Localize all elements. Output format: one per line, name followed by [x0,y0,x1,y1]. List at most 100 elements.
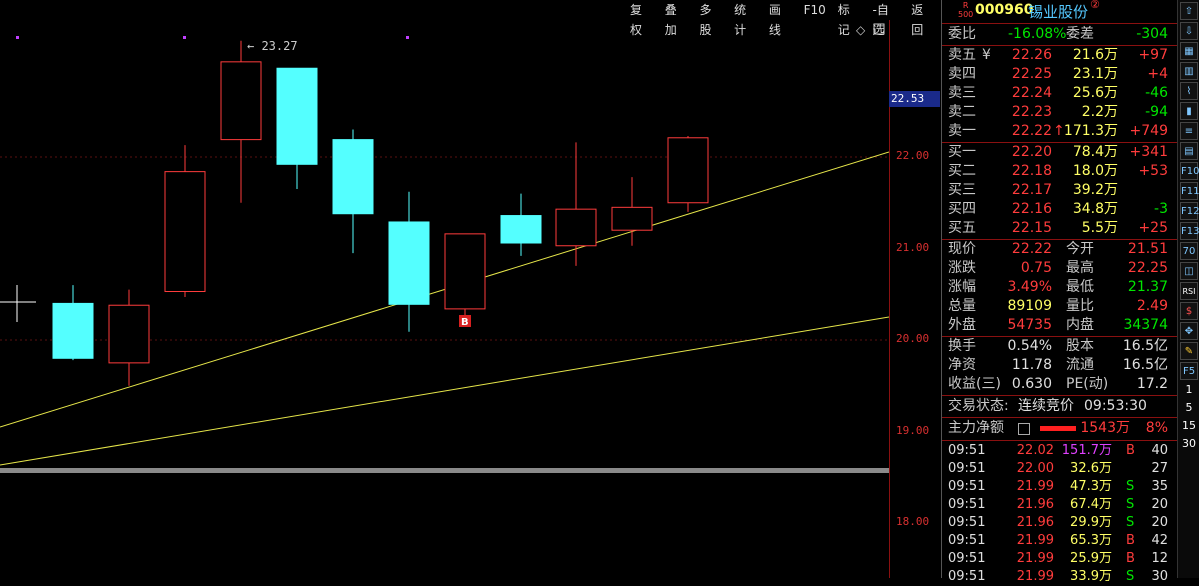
toolbar-button-3[interactable]: 统计 [728,0,763,37]
trade-t: 09:51 [948,533,986,548]
trade-s: B [1126,533,1135,548]
axis-tick: 22.00 [896,149,930,162]
trade-status-row: 交易状态: 连续竞价 09:53:30 [942,397,1178,416]
cell: 8% [1145,420,1168,436]
cell: 54735 [1007,317,1052,333]
trade-p: 21.96 [1016,497,1054,512]
buy-marker: B [461,317,469,328]
cell: 主力净额 [948,420,1004,436]
cell: +341 [1129,144,1168,160]
tick-trade-row: 09:51 22.02 151.7万 B 40 [942,442,1178,460]
cell: 换手 [948,338,976,354]
trade-p: 21.99 [1016,551,1054,566]
stat-row-2: 涨幅 3.49% 最低 21.37 [942,278,1178,297]
trade-v: 151.7万 [1061,443,1112,458]
cell: 卖四 [948,66,976,82]
down-arrow-icon[interactable]: ⇩ [1180,22,1198,40]
trade-p: 21.99 [1016,479,1054,494]
cell: +53 [1138,163,1168,179]
toolbar-button-6[interactable]: 标记 [832,0,867,37]
trade-v: 29.9万 [1070,515,1112,530]
dollar-icon[interactable]: $ [1180,302,1198,320]
grid-icon[interactable]: ▦ [1180,42,1198,60]
cell: 22.22 [1011,241,1052,257]
cell: 收益(三) [948,376,1001,392]
f10-icon[interactable]: F10 [1180,162,1199,180]
period-15[interactable]: 15 [1178,417,1199,435]
stock-code: 000960 [975,2,1034,18]
up-arrow-icon[interactable]: ⇧ [1180,2,1198,20]
f5-button[interactable]: F5 [1180,362,1198,380]
cell: 今开 [1066,241,1094,257]
bar-icon[interactable]: ▥ [1180,62,1198,80]
trade-s: S [1126,515,1135,530]
toolbar-button-5[interactable]: F10 [798,0,832,20]
kline-chart[interactable]: ◇ ← 23.27 B 22.00 21.00 20.00 19.00 18.00 22.5… [0,0,940,578]
divider [942,395,1178,396]
list-icon[interactable]: ≡ [1180,122,1198,140]
trade-t: 09:51 [948,569,986,584]
trade-n: 12 [1151,551,1168,566]
marker-dot [16,36,19,39]
cell: 17.2 [1136,376,1168,392]
pen-icon[interactable]: ✎ [1180,342,1198,360]
tick-trade-row: 09:51 21.99 65.3万 B 42 [942,532,1178,550]
f12-icon[interactable]: F12 [1180,202,1199,220]
toolbar-button-8[interactable]: 返回 [905,0,940,37]
f13-icon[interactable]: F13 [1180,222,1199,240]
toolbar-button-7[interactable]: -自选 [866,0,905,37]
buy-level-1: 买一 22.20 78.4万 +341 [942,143,1178,162]
cell: 总量 [948,298,976,314]
cell: 89109 [1007,298,1052,314]
trade-p: 22.00 [1016,461,1054,476]
toolbar-button-1[interactable]: 叠加 [659,0,694,37]
candle-body [611,206,653,231]
list-icon[interactable] [1018,423,1030,435]
cell: +25 [1138,220,1168,236]
f11-icon[interactable]: F11 [1180,182,1199,200]
period-1[interactable]: 1 [1178,381,1199,399]
trade-n: 42 [1151,533,1168,548]
main-flow-row: 主力净额 1543万 8% [942,419,1178,438]
cell: 净资 [948,357,976,373]
period-5[interactable]: 5 [1178,399,1199,417]
candle-body [332,139,374,215]
cell: 21.37 [1127,279,1168,295]
tick-trade-row: 09:51 21.99 25.9万 B 12 [942,550,1178,568]
candle-icon[interactable]: ▮ [1180,102,1198,120]
move-icon[interactable]: ✥ [1180,322,1198,340]
cell: 流通 [1066,357,1094,373]
stock-mark: ② [1090,0,1100,11]
table-icon[interactable]: ▤ [1180,142,1198,160]
trade-v: 32.6万 [1070,461,1112,476]
f14-icon[interactable]: 70 [1180,242,1198,260]
toolbar-button-4[interactable]: 画线 [763,0,798,37]
kline-canvas[interactable]: ◇ ← 23.27 B [0,0,889,578]
buy-level-2: 买二 22.18 18.0万 +53 [942,162,1178,181]
chart-icon[interactable]: ◫ [1180,262,1198,280]
cell: 买四 [948,201,976,217]
cell: 22.20 [1011,144,1052,160]
rsi-icon[interactable]: RSI [1180,282,1198,300]
cell: 16.5亿 [1122,338,1168,354]
sell-level-1: 卖五 22.26 21.6万 +97 ¥ [942,46,1178,65]
cell: 卖二 [948,104,976,120]
cell: 量比 [1066,298,1094,314]
webi-row: 委比 -16.08% 委差 -304 [942,25,1178,44]
line-icon[interactable]: ⌇ [1180,82,1198,100]
trade-s: S [1126,569,1135,584]
toolbar-button-0[interactable]: 复权 [624,0,659,37]
divider [942,440,1178,441]
period-30[interactable]: 30 [1178,435,1199,453]
axis-tick: 18.00 [896,515,930,528]
buy-level-3: 买三 22.17 39.2万 [942,181,1178,200]
stat-row-3: 总量 89109 量比 2.49 [942,297,1178,316]
cell: 交易状态: [948,398,1009,414]
cell: 买三 [948,182,976,198]
trade-t: 09:51 [948,515,986,530]
toolbar-button-2[interactable]: 多股 [693,0,728,37]
trade-n: 27 [1151,461,1168,476]
cell: 现价 [948,241,976,257]
stat-row-0: 现价 22.22 今开 21.51 [942,240,1178,259]
candle-body [444,233,486,310]
